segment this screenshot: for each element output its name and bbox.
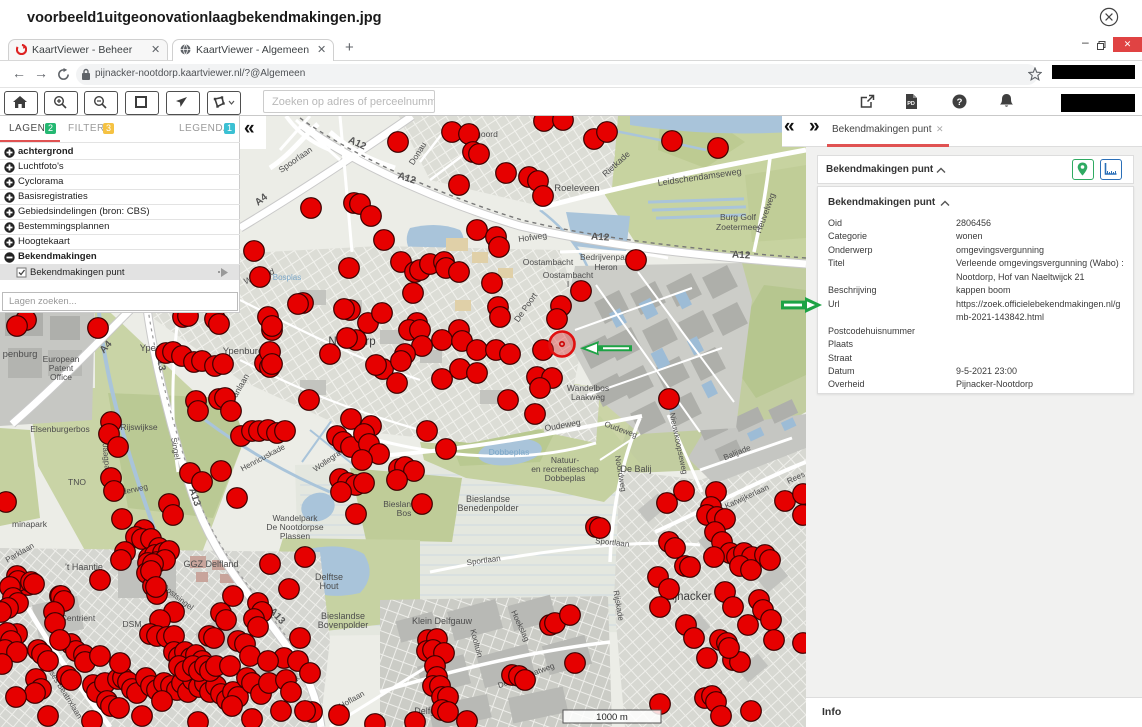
svg-text:DSM: DSM — [123, 619, 142, 629]
svg-text:Centrient: Centrient — [61, 613, 96, 623]
svg-text:?: ? — [957, 97, 963, 108]
svg-text:Bosplas: Bosplas — [273, 273, 301, 282]
svg-text:Dobbeplas: Dobbeplas — [489, 447, 530, 457]
svg-text:Benedenpolder: Benedenpolder — [457, 503, 518, 513]
svg-text:TNO: TNO — [68, 477, 86, 487]
svg-text:Zoetermeer: Zoetermeer — [716, 222, 760, 232]
svg-text:GGZ Delfland: GGZ Delfland — [183, 559, 238, 569]
svg-text:Heron: Heron — [594, 262, 617, 272]
svg-text:A12: A12 — [591, 231, 611, 243]
svg-text:Bos: Bos — [397, 508, 412, 518]
svg-text:PD: PD — [907, 101, 915, 107]
svg-text:Oostambacht: Oostambacht — [523, 257, 574, 267]
svg-text:Roeleveen: Roeleveen — [554, 183, 599, 194]
svg-text:1000 m: 1000 m — [596, 712, 628, 723]
svg-text:penburg: penburg — [3, 349, 38, 360]
svg-text:A12: A12 — [732, 250, 751, 262]
svg-text:Klein Delfgauw: Klein Delfgauw — [412, 616, 473, 626]
svg-text:Hout: Hout — [319, 581, 339, 591]
svg-text:Dobbeplas: Dobbeplas — [545, 473, 586, 483]
svg-text:I: I — [567, 279, 569, 289]
svg-text:Office: Office — [50, 372, 72, 382]
svg-text:Bovenpolder: Bovenpolder — [318, 620, 369, 630]
svg-text:Burg Golf: Burg Golf — [720, 212, 757, 222]
svg-text:Bedrijvenpark: Bedrijvenpark — [580, 252, 633, 262]
svg-text:Rijswijkse: Rijswijkse — [120, 422, 158, 432]
svg-text:Elsenburgerbos: Elsenburgerbos — [30, 424, 90, 434]
svg-text:minapark: minapark — [12, 519, 48, 529]
svg-text:Plassen: Plassen — [280, 531, 311, 541]
svg-text:Laakweg: Laakweg — [571, 392, 605, 402]
